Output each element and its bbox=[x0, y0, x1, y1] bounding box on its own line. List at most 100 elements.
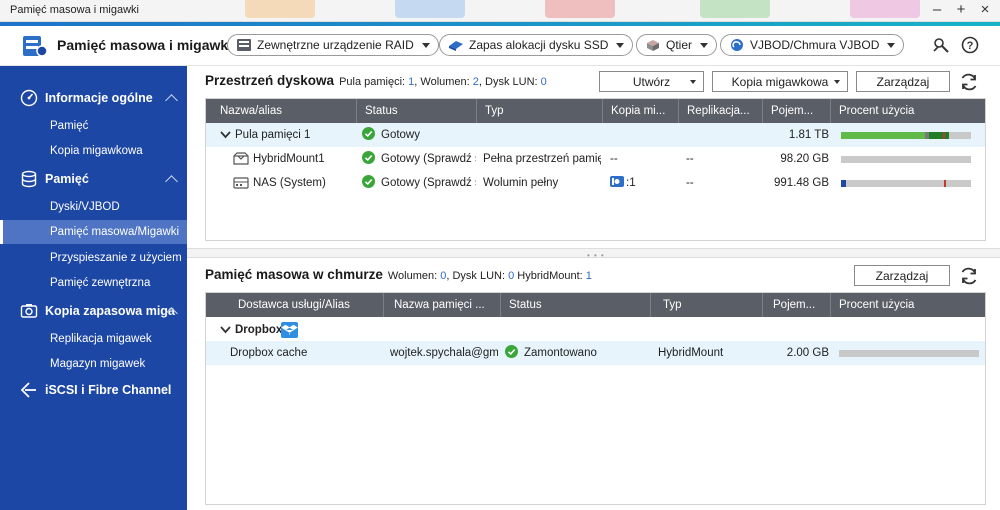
status-cell: Zamontowano bbox=[505, 341, 645, 365]
column-header[interactable]: Status bbox=[501, 293, 651, 317]
vjbod-icon bbox=[731, 39, 743, 51]
cloud-storage-table: Dostawca usługi/Alias Nazwa pamięci ... … bbox=[205, 292, 986, 505]
sidebar-item-snapshot-replication[interactable]: Replikacja migawek bbox=[0, 327, 187, 351]
capacity-cell: 98.20 GB bbox=[780, 153, 829, 165]
provider-name: Dropbox bbox=[235, 324, 283, 336]
column-header[interactable]: Dostawca usługi/Alias bbox=[206, 293, 384, 317]
column-header[interactable]: Typ bbox=[477, 99, 603, 123]
refresh-icon[interactable] bbox=[959, 266, 979, 286]
sidebar-group-storage[interactable]: Pamięć bbox=[0, 166, 187, 192]
minimize-icon[interactable]: – bbox=[930, 2, 944, 18]
usage-bar-fill bbox=[841, 132, 925, 139]
ssd-overprovision-icon bbox=[449, 41, 463, 51]
chevron-up-icon bbox=[165, 174, 178, 188]
sidebar-group-overview[interactable]: Informacje ogólne bbox=[0, 85, 187, 111]
table-row[interactable]: Pula pamięci 1 Gotowy 1.81 TB bbox=[206, 123, 985, 147]
sidebar-item-external-storage[interactable]: Pamięć zewnętrzna bbox=[0, 271, 187, 295]
manage-storage-label: Zarządzaj bbox=[876, 74, 930, 89]
sidebar-group-iscsi[interactable]: iSCSI i Fibre Channel bbox=[0, 377, 187, 403]
background-app-tile bbox=[395, 0, 465, 18]
external-raid-button[interactable]: Zewnętrzne urządzenie RAID bbox=[227, 34, 439, 56]
sidebar-group-label: Pamięć bbox=[45, 172, 89, 186]
sidebar: Informacje ogólne Pamięć Kopia migawkowa… bbox=[0, 66, 187, 510]
sidebar-item-cache-acceleration[interactable]: Przyspieszanie z użyciem bbox=[0, 246, 187, 270]
app-header: Pamięć masowa i migawki Zewnętrzne urząd… bbox=[0, 22, 1000, 66]
hybridmount-volume-icon bbox=[233, 152, 249, 165]
usage-threshold-marker bbox=[944, 180, 946, 187]
manage-storage-button[interactable]: Zarządzaj bbox=[856, 71, 950, 92]
snapshot-button-label: Kopia migawkowa bbox=[731, 74, 829, 89]
sidebar-item-storage-snapshots[interactable]: Pamięć masowa/Migawki bbox=[0, 220, 187, 244]
ssd-overprovisioning-button[interactable]: Zapas alokacji dysku SSD bbox=[439, 34, 634, 56]
window-titlebar: Pamięć masowa i migawki – + × bbox=[0, 0, 1000, 22]
sidebar-item-snapshot-vault[interactable]: Magazyn migawek bbox=[0, 352, 187, 376]
column-header[interactable]: Procent użycia bbox=[831, 99, 985, 123]
type-cell: Pełna przestrzeń pamięć bbox=[483, 153, 601, 165]
qtier-label: Qtier bbox=[666, 38, 693, 52]
background-app-tile bbox=[545, 0, 615, 18]
table-row[interactable]: Dropbox cache wojtek.spychala@gm Zamonto… bbox=[206, 341, 985, 365]
sidebar-group-snapshot-backup[interactable]: Kopia zapasowa miga bbox=[0, 298, 187, 324]
cloud-storage-title: Pamięć masowa w chmurze bbox=[205, 267, 383, 282]
svg-text:?: ? bbox=[967, 40, 974, 52]
status-cell: Gotowy (Sprawdź s bbox=[362, 171, 476, 195]
panel-splitter[interactable]: • • • bbox=[187, 248, 1000, 260]
provider-group-row[interactable]: Dropbox bbox=[206, 318, 985, 342]
close-icon[interactable]: × bbox=[978, 2, 992, 18]
qtier-icon bbox=[647, 40, 659, 51]
create-button[interactable]: Utwórz bbox=[599, 71, 704, 92]
disk-space-title: Przestrzeń dyskowa bbox=[205, 73, 335, 88]
snapshot-backup-icon bbox=[20, 304, 38, 318]
type-cell: Wolumin pełny bbox=[483, 177, 559, 189]
chevron-down-icon bbox=[616, 42, 625, 48]
vjbod-button[interactable]: VJBOD/Chmura VJBOD bbox=[720, 34, 905, 56]
column-header[interactable]: Pojem... bbox=[763, 99, 831, 123]
snapshot-camera-icon bbox=[610, 176, 624, 187]
table-row[interactable]: NAS (System) Gotowy (Sprawdź s Wolumin p… bbox=[206, 171, 985, 195]
chevron-down-icon bbox=[834, 80, 840, 84]
snapshot-cell[interactable]: :1 bbox=[610, 171, 670, 195]
column-header[interactable]: Status bbox=[357, 99, 477, 123]
iscsi-icon bbox=[20, 382, 36, 398]
create-button-label: Utwórz bbox=[632, 74, 671, 89]
status-cell: Gotowy bbox=[362, 123, 474, 147]
chevron-up-icon bbox=[165, 93, 178, 107]
type-cell: HybridMount bbox=[658, 347, 724, 359]
disk-space-header: Przestrzeń dyskowa Pula pamięci: 1, Wolu… bbox=[205, 73, 547, 99]
usage-bar bbox=[841, 132, 971, 139]
column-header[interactable]: Kopia mi... bbox=[603, 99, 679, 123]
table-row[interactable]: HybridMount1 Gotowy (Sprawdź s Pełna prz… bbox=[206, 147, 985, 171]
help-icon[interactable]: ? bbox=[961, 36, 979, 54]
background-app-tile bbox=[245, 0, 315, 18]
maximize-icon[interactable]: + bbox=[954, 2, 968, 18]
table-header: Dostawca usługi/Alias Nazwa pamięci ... … bbox=[206, 293, 985, 317]
column-header[interactable]: Nazwa/alias bbox=[206, 99, 357, 123]
sidebar-item-storage-overview[interactable]: Pamięć bbox=[0, 114, 187, 138]
settings-tools-icon[interactable] bbox=[932, 36, 950, 54]
check-circle-icon bbox=[362, 175, 375, 188]
column-header[interactable]: Replikacja... bbox=[679, 99, 763, 123]
manage-cloud-button[interactable]: Zarządzaj bbox=[854, 265, 950, 286]
sidebar-group-label: Informacje ogólne bbox=[45, 91, 153, 105]
chevron-down-icon[interactable] bbox=[220, 324, 231, 335]
dropbox-icon bbox=[281, 322, 298, 338]
column-header[interactable]: Pojem... bbox=[763, 293, 831, 317]
chevron-down-icon[interactable] bbox=[220, 129, 231, 140]
sidebar-item-disks-vjbod[interactable]: Dyski/VJBOD bbox=[0, 195, 187, 219]
usage-bar bbox=[841, 180, 971, 187]
database-icon bbox=[21, 170, 37, 188]
capacity-cell: 1.81 TB bbox=[788, 129, 829, 141]
usage-bar-fill bbox=[841, 180, 846, 187]
qtier-button[interactable]: Qtier bbox=[636, 34, 718, 56]
refresh-icon[interactable] bbox=[959, 72, 979, 92]
column-header[interactable]: Procent użycia bbox=[831, 293, 985, 317]
check-circle-icon bbox=[505, 345, 518, 358]
chevron-down-icon bbox=[690, 80, 696, 84]
column-header[interactable]: Nazwa pamięci ... bbox=[384, 293, 501, 317]
snapshot-button[interactable]: Kopia migawkowa bbox=[712, 71, 848, 92]
usage-threshold-marker bbox=[943, 132, 945, 139]
sidebar-item-snapshot-overview[interactable]: Kopia migawkowa bbox=[0, 139, 187, 163]
column-header[interactable]: Typ bbox=[651, 293, 763, 317]
raid-device-icon bbox=[237, 39, 251, 51]
cloud-storage-header: Pamięć masowa w chmurze Wolumen: 0, Dysk… bbox=[205, 267, 592, 293]
